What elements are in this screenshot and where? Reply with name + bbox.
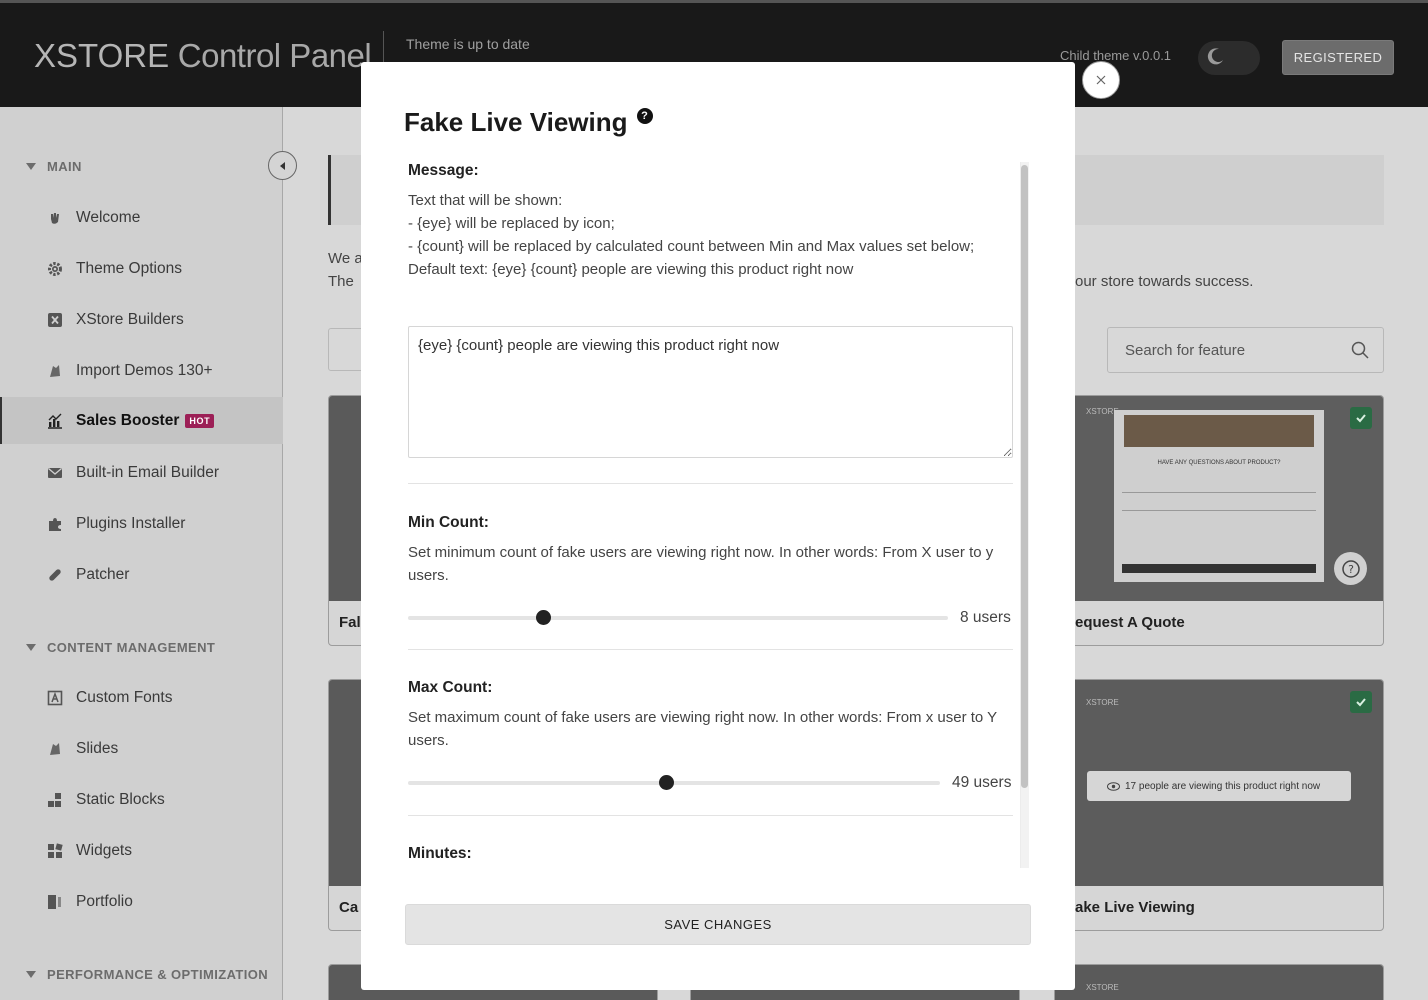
hand-wave-icon [47,210,63,226]
eye-icon [1107,781,1120,791]
preview-brand-text: XSTORE [1086,983,1119,992]
layers-icon [47,363,63,379]
caret-down-icon [26,163,36,170]
divider [408,815,1013,816]
card-title: Fal [339,614,361,631]
intro-text-end: our store towards success. [1075,273,1254,290]
registered-button[interactable]: REGISTERED [1282,40,1394,75]
section-toggle-main[interactable]: MAIN [26,159,82,174]
svg-text:?: ? [1348,563,1354,576]
widgets-icon [47,842,63,859]
caret-left-icon [279,161,285,170]
fake-live-viewing-modal: Fake Live Viewing ? Message: Text that w… [361,62,1075,990]
intro-text-line2: The [328,273,354,290]
sidebar: MAIN Welcome Theme Options XStore Builde… [0,107,283,1000]
sidebar-item-email-builder[interactable]: Built-in Email Builder [0,449,283,496]
sidebar-item-xstore-builders[interactable]: XStore Builders [0,296,283,343]
modal-close-button[interactable] [1082,61,1120,99]
card-title: equest A Quote [1075,614,1185,631]
hot-badge: HOT [185,413,215,428]
intro-text-line1: We a [328,250,363,267]
moon-icon [1207,48,1223,65]
min-count-slider-thumb[interactable] [535,610,551,625]
envelope-icon [47,465,63,481]
sidebar-item-theme-options[interactable]: Theme Options [0,245,283,292]
sidebar-item-portfolio[interactable]: Portfolio [0,878,283,925]
minutes-label: Minutes: [408,845,472,862]
help-icon[interactable]: ? [636,107,653,124]
sidebar-item-custom-fonts[interactable]: Custom Fonts [0,674,283,721]
modal-scroll-area[interactable]: Message: Text that will be shown: - {eye… [408,162,1028,868]
divider [408,649,1013,650]
puzzle-icon [47,516,63,532]
font-icon [47,690,63,706]
max-count-value: 49 users [952,774,1012,791]
viewing-preview-pill: 17 people are viewing this product right… [1087,771,1351,801]
section-toggle-performance[interactable]: PERFORMANCE & OPTIMIZATION [26,967,268,982]
theme-status-text: Theme is up to date [406,36,530,52]
x-box-icon [47,312,63,328]
blocks-icon [47,792,63,808]
search-placeholder: Search for feature [1125,341,1246,359]
bandage-icon [47,567,63,583]
min-count-label: Min Count: [408,514,489,531]
close-icon [1096,75,1106,85]
card-title: ake Live Viewing [1075,899,1195,916]
message-label: Message: [408,162,479,179]
card-title: Ca [339,899,359,916]
sidebar-item-slides[interactable]: Slides [0,725,283,772]
divider [408,483,1013,484]
min-count-description: Set minimum count of fake users are view… [408,544,994,584]
portfolio-icon [47,894,63,910]
slides-icon [47,741,63,757]
sidebar-collapse-button[interactable] [268,151,297,180]
caret-down-icon [26,971,36,978]
max-count-slider-track[interactable] [408,781,940,785]
app-logo[interactable]: XSTORE Control Panel [34,37,372,75]
max-count-label: Max Count: [408,679,493,696]
max-count-slider-thumb[interactable] [658,775,674,790]
feature-card[interactable] [1054,964,1384,1000]
min-count-value: 8 users [960,609,1011,626]
sidebar-item-import-demos[interactable]: Import Demos 130+ [0,347,283,394]
chart-icon [47,413,63,429]
sidebar-item-welcome[interactable]: Welcome [0,194,283,241]
enabled-check-icon [1350,691,1372,713]
dark-mode-toggle[interactable] [1198,41,1260,75]
save-changes-button[interactable]: SAVE CHANGES [405,904,1031,945]
message-description: Text that will be shown: - {eye} will be… [408,192,975,278]
sidebar-item-plugins-installer[interactable]: Plugins Installer [0,500,283,547]
gear-icon [47,261,63,277]
preview-brand-text: XSTORE [1086,698,1119,707]
search-icon [1351,341,1369,359]
modal-title: Fake Live Viewing ? [404,107,653,138]
sidebar-item-widgets[interactable]: Widgets [0,827,283,874]
feature-search-input[interactable]: Search for feature [1107,327,1384,373]
feature-card-fake-live-viewing[interactable]: ake Live Viewing [1054,679,1384,931]
help-bubble-icon[interactable]: ? [1334,552,1367,585]
message-textarea[interactable]: {eye} {count} people are viewing this pr… [408,326,1013,458]
child-theme-version: Child theme v.0.0.1 [1060,48,1172,63]
max-count-description: Set maximum count of fake users are view… [408,709,997,749]
sidebar-item-static-blocks[interactable]: Static Blocks [0,776,283,823]
sidebar-item-sales-booster[interactable]: Sales Booster HOT [0,397,283,444]
quote-form-preview: HAVE ANY QUESTIONS ABOUT PRODUCT? [1114,410,1324,582]
modal-scrollbar-thumb[interactable] [1021,165,1028,788]
caret-down-icon [26,644,36,651]
section-toggle-content-management[interactable]: CONTENT MANAGEMENT [26,640,215,655]
enabled-check-icon [1350,407,1372,429]
sidebar-item-patcher[interactable]: Patcher [0,551,283,598]
min-count-slider-track[interactable] [408,616,948,620]
